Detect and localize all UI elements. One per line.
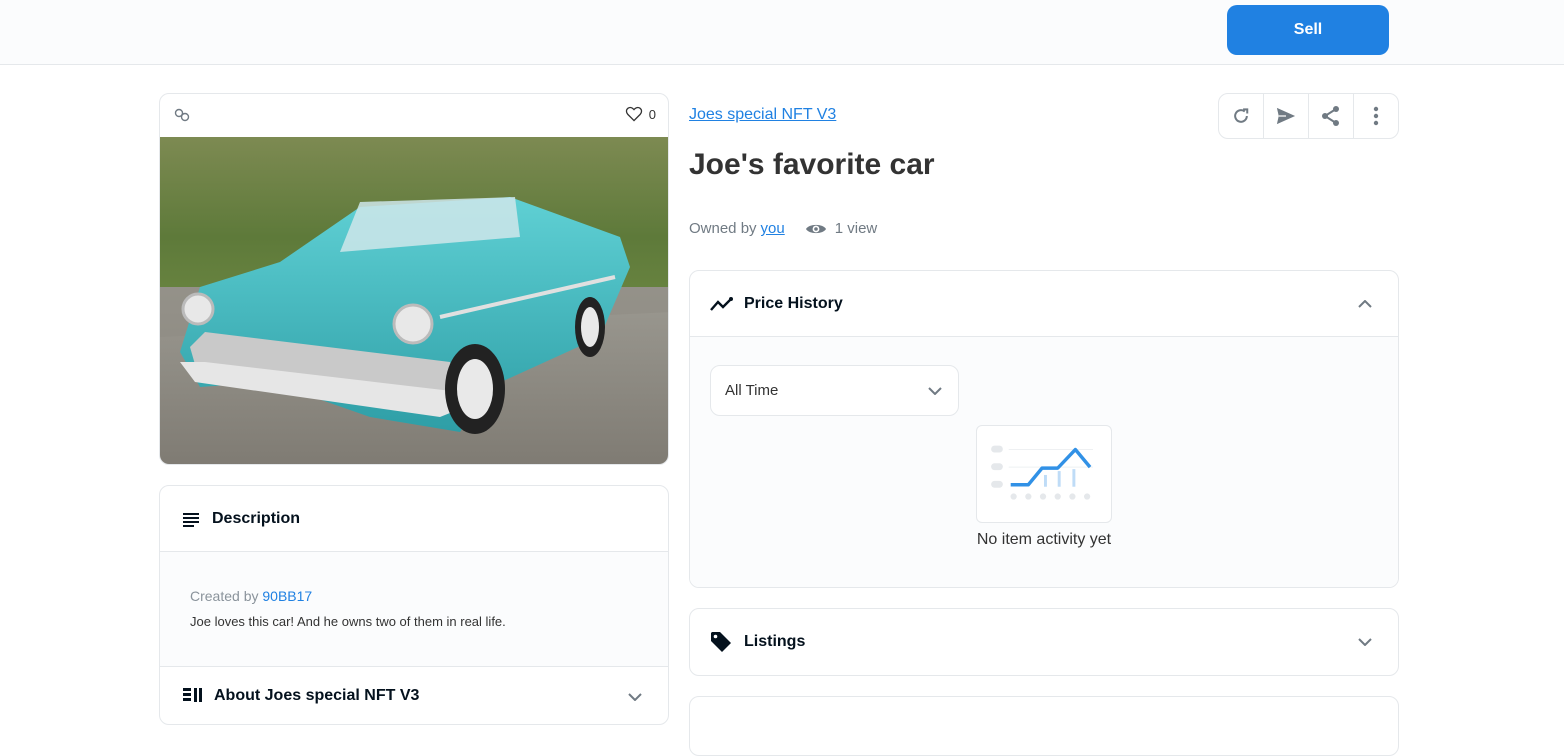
created-by-label: Created by — [190, 588, 259, 604]
tag-icon — [711, 632, 731, 652]
item-title: Joe's favorite car — [689, 148, 935, 181]
description-card: Description Created by 90BB17 Joe loves … — [159, 485, 669, 725]
about-collection-header[interactable]: About Joes special NFT V3 — [160, 667, 668, 724]
media-card: 0 — [159, 93, 669, 465]
empty-chart-illustration — [976, 425, 1112, 523]
refresh-button[interactable] — [1219, 94, 1264, 138]
more-icon — [1373, 106, 1379, 126]
empty-activity-text: No item activity yet — [976, 531, 1112, 548]
eye-icon — [805, 224, 826, 233]
period-select[interactable]: All Time — [710, 365, 959, 416]
share-icon — [1322, 106, 1339, 126]
chevron-down-icon — [628, 693, 642, 701]
favorite-control[interactable]: 0 — [625, 106, 656, 122]
price-history-card: Price History All Time No item activity … — [689, 270, 1399, 588]
nft-image — [160, 137, 668, 464]
description-text: Joe loves this car! And he owns two of t… — [190, 614, 506, 629]
top-navbar: Sell — [0, 0, 1564, 65]
price-history-header[interactable]: Price History — [690, 271, 1398, 337]
views-count: 1 view — [805, 220, 878, 237]
description-body: Created by 90BB17 Joe loves this car! An… — [160, 552, 668, 667]
refresh-icon — [1234, 108, 1249, 123]
description-title: Description — [212, 509, 301, 527]
views-label: 1 view — [834, 220, 878, 237]
more-button[interactable] — [1354, 94, 1398, 138]
created-by: Created by 90BB17 — [190, 588, 638, 604]
price-history-body: All Time No item activity yet — [690, 337, 1398, 587]
creator-link[interactable]: 90BB17 — [262, 588, 312, 604]
listings-card[interactable]: Listings — [689, 608, 1399, 676]
owner-link[interactable]: you — [761, 220, 785, 237]
collection-link[interactable]: Joes special NFT V3 — [689, 106, 836, 124]
owner-line: Owned by you 1 view — [689, 220, 877, 237]
transfer-button[interactable] — [1264, 94, 1309, 138]
chevron-down-icon — [1358, 638, 1372, 646]
about-title: About Joes special NFT V3 — [214, 687, 420, 704]
listings-title: Listings — [744, 633, 806, 650]
share-button[interactable] — [1309, 94, 1354, 138]
next-section-card — [689, 696, 1399, 756]
favorite-count: 0 — [648, 106, 656, 122]
chevron-up-icon[interactable] — [1358, 299, 1372, 308]
description-header[interactable]: Description — [160, 486, 668, 552]
sell-button[interactable]: Sell — [1227, 5, 1389, 55]
description-icon — [183, 512, 199, 527]
item-actions — [1218, 93, 1399, 139]
period-value: All Time — [725, 382, 779, 399]
price-history-title: Price History — [744, 294, 843, 312]
media-header: 0 — [160, 94, 668, 137]
chain-icon — [174, 108, 190, 122]
heart-icon[interactable] — [625, 106, 643, 122]
trending-icon — [710, 296, 733, 311]
chevron-down-icon — [928, 386, 942, 395]
transfer-icon — [1276, 107, 1296, 125]
owned-by-label: Owned by — [689, 220, 757, 237]
